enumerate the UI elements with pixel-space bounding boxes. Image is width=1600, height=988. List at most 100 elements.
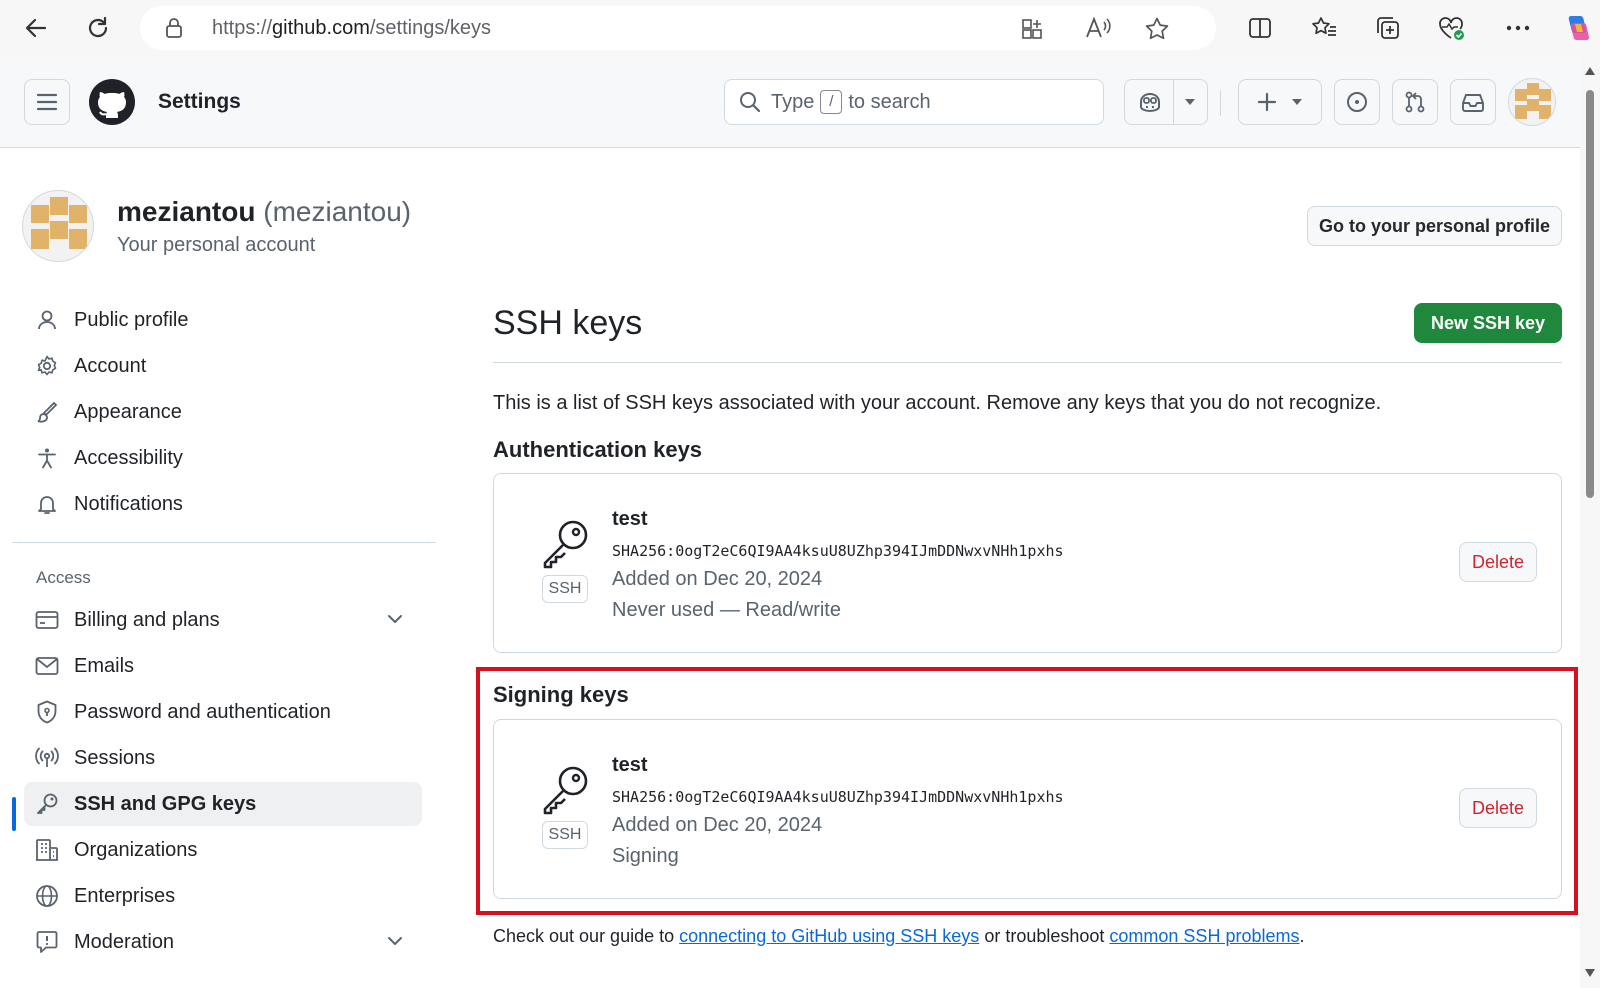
- page-context-title: Settings: [158, 90, 241, 114]
- chevron-down-icon: [386, 932, 404, 950]
- sidebar-item-label: Moderation: [74, 931, 174, 954]
- sidebar-item-accessibility[interactable]: Accessibility: [24, 436, 422, 480]
- sidebar-item-label: Appearance: [74, 401, 182, 424]
- search-placeholder-type: Type: [771, 91, 814, 114]
- sidebar-item-label: Account: [74, 355, 146, 378]
- key-fingerprint: SHA256:0ogT2eC6QI9AA4ksuU8UZhp394IJmDDNw…: [612, 542, 1064, 560]
- split-screen-button[interactable]: [1240, 8, 1280, 48]
- lock-icon: [164, 17, 184, 39]
- arrow-left-icon: [23, 15, 49, 41]
- title-divider: [493, 362, 1562, 363]
- sidebar-item-sessions[interactable]: Sessions: [24, 736, 422, 780]
- organization-icon: [34, 837, 60, 863]
- inbox-icon: [1461, 91, 1485, 113]
- search-placeholder-rest: to search: [848, 91, 930, 114]
- scroll-up-arrow-icon: [1584, 66, 1596, 76]
- sidebar-item-label: Public profile: [74, 309, 189, 332]
- key-icon: [540, 518, 592, 570]
- favorites-button[interactable]: [1304, 8, 1344, 48]
- three-bars-icon: [36, 93, 58, 111]
- user-avatar[interactable]: [1508, 78, 1556, 126]
- search-input[interactable]: Type / to search: [724, 79, 1104, 125]
- credit-card-icon: [34, 607, 60, 633]
- hamburger-menu-button[interactable]: [24, 79, 70, 125]
- sidebar-item-label: SSH and GPG keys: [74, 793, 256, 816]
- sidebar-item-enterprises[interactable]: Enterprises: [24, 874, 422, 918]
- sidebar-item-ssh-gpg-keys[interactable]: SSH and GPG keys: [24, 782, 422, 826]
- read-aloud-icon[interactable]: [1084, 16, 1112, 40]
- favorite-star-icon[interactable]: [1144, 16, 1170, 42]
- copilot-button[interactable]: [1558, 8, 1598, 48]
- globe-icon: [34, 883, 60, 909]
- shield-lock-icon: [34, 699, 60, 725]
- delete-auth-key-button[interactable]: Delete: [1459, 542, 1537, 582]
- sidebar-item-organizations[interactable]: Organizations: [24, 828, 422, 872]
- refresh-button[interactable]: [78, 8, 118, 48]
- pull-requests-button[interactable]: [1392, 79, 1438, 125]
- sidebar-item-public-profile[interactable]: Public profile: [24, 298, 422, 342]
- gear-icon: [34, 353, 60, 379]
- ssh-guide-link[interactable]: connecting to GitHub using SSH keys: [679, 926, 979, 946]
- key-added-date: Added on Dec 20, 2024: [612, 568, 822, 591]
- sidebar-item-label: Billing and plans: [74, 609, 220, 632]
- mail-icon: [34, 653, 60, 679]
- issues-button[interactable]: [1334, 79, 1380, 125]
- triangle-down-icon: [1184, 98, 1196, 106]
- back-button[interactable]: [16, 8, 56, 48]
- broadcast-icon: [34, 745, 60, 771]
- create-new-button[interactable]: [1238, 79, 1322, 125]
- sidebar-item-account[interactable]: Account: [24, 344, 422, 388]
- url-text: https://github.com/settings/keys: [212, 17, 491, 40]
- sidebar-item-appearance[interactable]: Appearance: [24, 390, 422, 434]
- new-ssh-key-button[interactable]: New SSH key: [1414, 303, 1562, 343]
- plus-icon: [1257, 92, 1277, 112]
- git-pull-request-icon: [1403, 90, 1427, 114]
- more-horizontal-icon: [1505, 24, 1531, 32]
- account-avatar[interactable]: [22, 190, 94, 262]
- auth-key-card: SSH test SHA256:0ogT2eC6QI9AA4ksuU8UZhp3…: [493, 473, 1562, 653]
- sidebar-divider: [12, 542, 436, 543]
- guide-text: Check out our guide to connecting to Git…: [493, 926, 1305, 947]
- sidebar-item-label: Password and authentication: [74, 701, 331, 724]
- page-title: SSH keys: [493, 304, 642, 343]
- sidebar-item-notifications[interactable]: Notifications: [24, 482, 422, 526]
- key-usage: Never used — Read/write: [612, 599, 841, 622]
- collections-icon: [1374, 14, 1402, 42]
- sidebar-item-label: Notifications: [74, 493, 183, 516]
- active-item-indicator: [12, 797, 16, 831]
- triangle-down-icon: [1291, 98, 1303, 106]
- report-icon: [34, 929, 60, 955]
- github-header: Settings Type / to search: [0, 56, 1580, 148]
- address-bar[interactable]: https://github.com/settings/keys: [140, 6, 1216, 50]
- sidebar-heading-access: Access: [36, 568, 91, 588]
- key-icon: [34, 791, 60, 817]
- go-to-profile-button[interactable]: Go to your personal profile: [1307, 206, 1562, 246]
- accessibility-icon: [34, 445, 60, 471]
- more-menu-button[interactable]: [1498, 8, 1538, 48]
- sidebar-item-billing[interactable]: Billing and plans: [24, 598, 422, 642]
- ssh-troubleshoot-link[interactable]: common SSH problems: [1109, 926, 1299, 946]
- copilot-logo-icon: [1562, 12, 1594, 44]
- sidebar-item-emails[interactable]: Emails: [24, 644, 422, 688]
- app-available-icon[interactable]: [1020, 17, 1044, 41]
- account-name[interactable]: meziantou (meziantou): [117, 196, 411, 228]
- github-logo-icon[interactable]: [88, 78, 136, 126]
- identicon-icon: [23, 191, 94, 262]
- inbox-button[interactable]: [1450, 79, 1496, 125]
- sidebar-item-moderation[interactable]: Moderation: [24, 920, 422, 964]
- browser-essentials-button[interactable]: [1432, 8, 1472, 48]
- scrollbar-thumb[interactable]: [1586, 90, 1594, 498]
- chevron-down-icon: [386, 610, 404, 628]
- key-title: test: [612, 508, 648, 531]
- favorites-list-icon: [1310, 15, 1338, 41]
- copilot-menu-button[interactable]: [1124, 79, 1208, 125]
- sidebar-item-label: Organizations: [74, 839, 197, 862]
- sidebar-item-password-auth[interactable]: Password and authentication: [24, 690, 422, 734]
- header-divider: [1220, 90, 1221, 116]
- sidebar-item-label: Sessions: [74, 747, 155, 770]
- identicon-icon: [1509, 79, 1556, 126]
- bell-icon: [34, 491, 60, 517]
- browser-toolbar: https://github.com/settings/keys: [0, 0, 1600, 56]
- collections-button[interactable]: [1368, 8, 1408, 48]
- ssh-badge: SSH: [542, 575, 588, 603]
